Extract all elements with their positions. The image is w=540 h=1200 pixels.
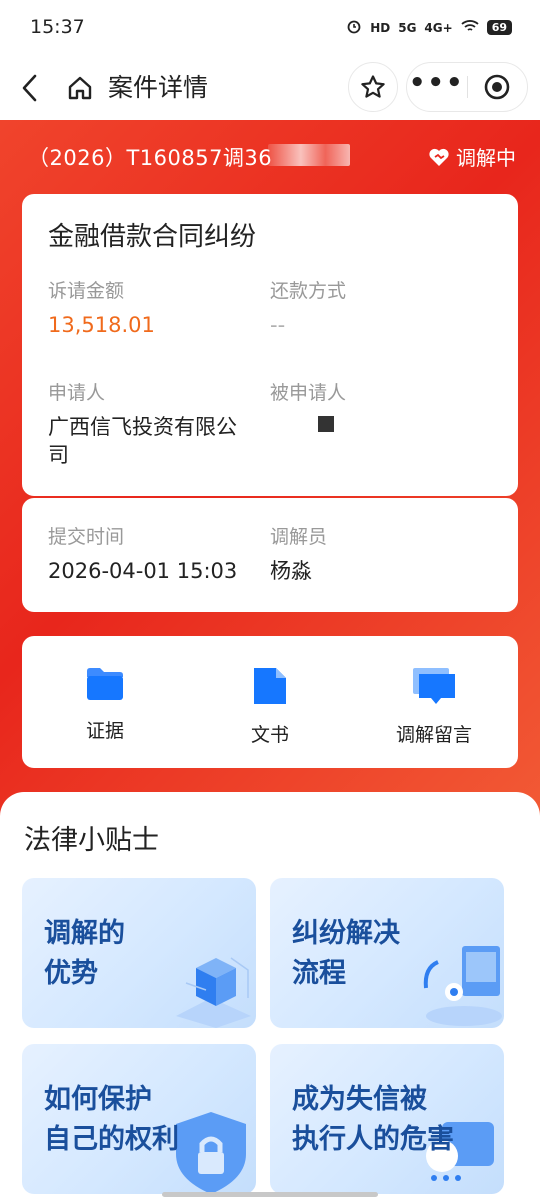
message-icon xyxy=(413,668,455,704)
documents-label: 文书 xyxy=(250,724,289,746)
tip-card-dispute-process[interactable]: 纠纷解决 流程 xyxy=(270,878,504,1028)
tip-card-dishonest-debtor[interactable]: 成为失信被 执行人的危害 xyxy=(270,1044,504,1194)
more-dots-icon: ••• xyxy=(408,68,465,98)
status-bar: 15:37 HD 5G 4G+ 69 xyxy=(0,0,540,56)
legal-tips-title: 法律小贴士 xyxy=(24,825,159,856)
alarm-icon xyxy=(346,18,362,37)
wifi-icon xyxy=(461,19,479,36)
submit-time-value: 2026-04-01 15:03 xyxy=(48,559,238,583)
handshake-heart-icon xyxy=(429,148,449,166)
applicant-label: 申请人 xyxy=(48,382,106,404)
case-type: 金融借款合同纠纷 xyxy=(48,222,257,252)
status-time: 15:37 xyxy=(30,16,85,38)
more-button[interactable]: ••• xyxy=(407,63,467,111)
applicant-value-line1: 广西信飞投资有限公 xyxy=(48,415,237,439)
evidence-button[interactable]: 证据 xyxy=(35,666,175,743)
submission-card: 提交时间 2026-04-01 15:03 调解员 杨淼 xyxy=(22,498,518,612)
tip-title-line1: 调解的 xyxy=(44,918,125,949)
tip-card-mediation-advantages[interactable]: 调解的 优势 xyxy=(22,878,256,1028)
back-button[interactable] xyxy=(14,68,44,108)
tip-title-line2: 自己的权利 xyxy=(44,1124,179,1155)
tip-title-line2: 优势 xyxy=(44,958,98,989)
target-close-icon xyxy=(484,74,510,100)
legal-tips-section: 法律小贴士 调解的 优势 纠纷解决 流程 如何保护 自己的权利 成为失信被 执行… xyxy=(0,792,540,1200)
mediator-value: 杨淼 xyxy=(270,559,312,583)
shield-lock-illustration-icon xyxy=(176,1112,246,1194)
signal-4g-icon: 4G+ xyxy=(424,20,453,35)
case-number: （2026）T160857调36 xyxy=(28,146,273,170)
mediation-message-button[interactable]: 调解留言 xyxy=(364,666,504,747)
tip-title-line1: 如何保护 xyxy=(44,1084,152,1115)
case-number-redacted xyxy=(268,144,350,166)
case-tools-card: 证据 文书 调解留言 xyxy=(22,636,518,768)
nav-bar: 案件详情 ••• xyxy=(0,56,540,120)
tip-title-line1: 纠纷解决 xyxy=(292,918,400,949)
tip-title-line1: 成为失信被 xyxy=(292,1084,427,1115)
signal-5g-icon: 5G xyxy=(398,20,417,35)
amount-label: 诉请金额 xyxy=(48,280,125,302)
screen-robot-illustration-icon xyxy=(423,946,502,1026)
repayment-value: -- xyxy=(270,313,286,337)
amount-value: 13,518.01 xyxy=(48,313,155,337)
tip-card-protect-rights[interactable]: 如何保护 自己的权利 xyxy=(22,1044,256,1194)
hd-icon: HD xyxy=(370,20,391,35)
case-status-badge: 调解中 xyxy=(428,142,516,171)
respondent-label: 被申请人 xyxy=(270,382,347,404)
documents-button[interactable]: 文书 xyxy=(200,666,340,747)
page-title: 案件详情 xyxy=(108,73,209,102)
mediation-message-label: 调解留言 xyxy=(395,724,472,746)
tip-title-line2: 执行人的危害 xyxy=(292,1124,454,1155)
submit-time-label: 提交时间 xyxy=(48,526,125,548)
chevron-left-icon xyxy=(22,74,37,102)
favorite-button[interactable] xyxy=(348,62,398,112)
close-mini-program-button[interactable] xyxy=(467,63,527,111)
evidence-label: 证据 xyxy=(85,720,124,742)
battery-indicator: 69 xyxy=(486,20,512,35)
repayment-label: 还款方式 xyxy=(270,280,347,302)
tip-title-line2: 流程 xyxy=(292,958,346,989)
mediator-label: 调解员 xyxy=(270,526,328,548)
case-info-card: 金融借款合同纠纷 诉请金额 13,518.01 还款方式 -- 申请人 广西信飞… xyxy=(22,194,518,496)
document-icon xyxy=(254,668,286,704)
case-status-text: 调解中 xyxy=(456,146,516,170)
home-indicator[interactable] xyxy=(162,1192,378,1197)
applicant-value-line2: 司 xyxy=(48,443,69,467)
folder-icon xyxy=(87,668,123,700)
home-icon xyxy=(68,76,92,100)
mini-program-capsule: ••• xyxy=(406,62,528,112)
home-button[interactable] xyxy=(64,70,96,106)
respondent-redacted xyxy=(318,416,334,432)
cube-illustration-icon xyxy=(176,957,251,1028)
star-icon xyxy=(361,75,385,98)
status-icons: HD 5G 4G+ 69 xyxy=(346,18,512,37)
